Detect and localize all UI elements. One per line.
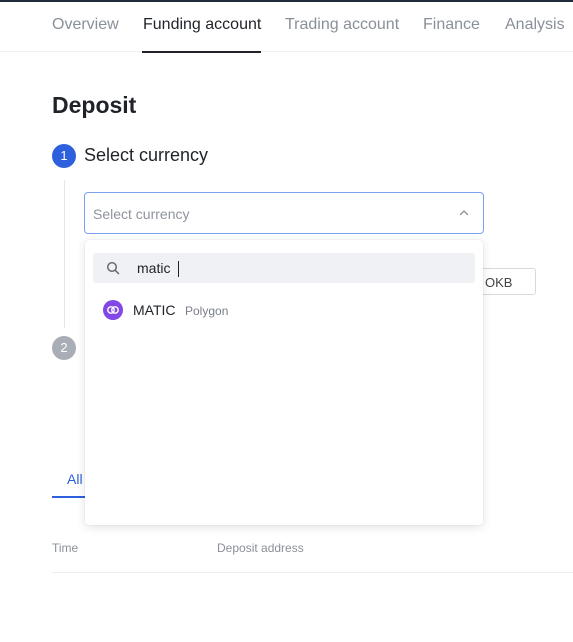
currency-search-input[interactable] [137, 258, 457, 278]
quick-currency-chip-label: OKB [485, 275, 513, 290]
polygon-coin-icon [103, 300, 123, 320]
chevron-up-icon [459, 210, 469, 216]
currency-dropdown: MATIC Polygon [85, 240, 483, 525]
table-divider [52, 572, 573, 573]
tab-trading-account[interactable]: Trading account [285, 16, 399, 34]
tab-funding-account[interactable]: Funding account [143, 16, 261, 34]
column-header-deposit-address: Deposit address [217, 541, 304, 555]
column-header-time: Time [52, 541, 79, 555]
tab-overview[interactable]: Overview [52, 16, 119, 34]
currency-select[interactable]: Select currency [84, 192, 484, 234]
step-1-badge: 1 [52, 144, 76, 168]
text-caret [178, 261, 179, 277]
currency-search-box[interactable] [93, 253, 475, 283]
tab-analysis[interactable]: Analysis [505, 16, 565, 34]
history-tab-all[interactable]: All [67, 471, 83, 487]
currency-option-network: Polygon [185, 304, 229, 318]
step-2-badge: 2 [52, 336, 76, 360]
tab-finance[interactable]: Finance [423, 16, 480, 34]
active-tab-indicator [142, 51, 261, 53]
search-icon [106, 261, 120, 275]
step-1-label: Select currency [84, 145, 209, 165]
currency-select-placeholder: Select currency [93, 206, 190, 222]
currency-option-matic[interactable]: MATIC Polygon [93, 297, 475, 325]
step-connector [64, 180, 65, 328]
currency-option-symbol: MATIC [133, 302, 176, 318]
top-nav: Overview Funding account Trading account… [0, 0, 573, 53]
page-title: Deposit [52, 92, 137, 118]
